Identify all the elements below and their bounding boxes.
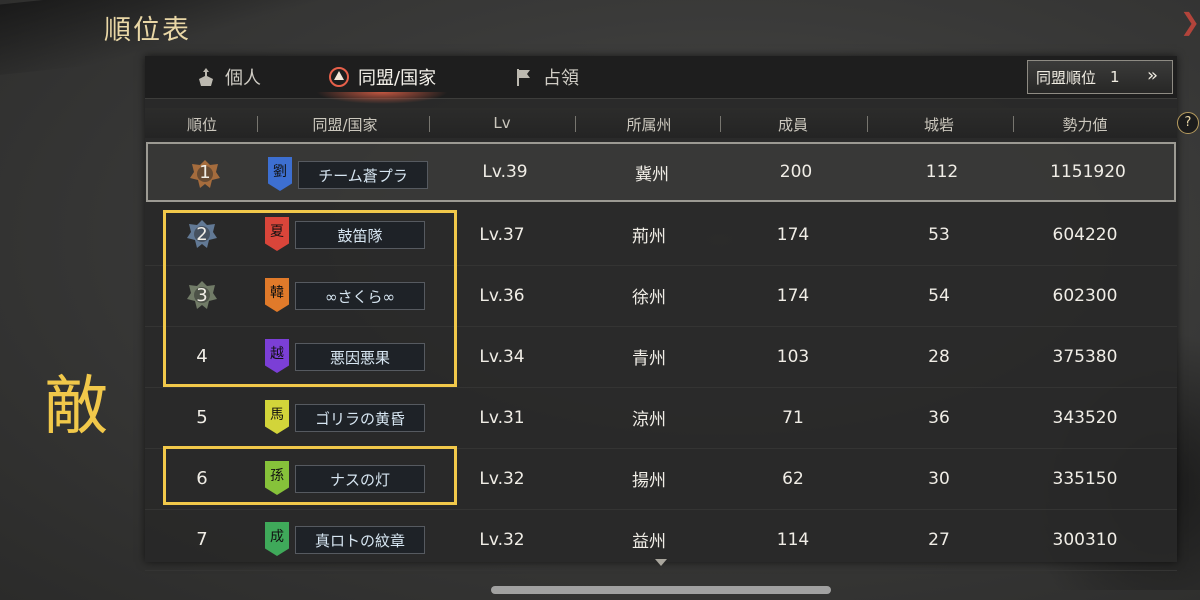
- alliance-name[interactable]: ゴリラの黄昏: [295, 404, 425, 432]
- alliance-castles: 112: [925, 162, 959, 182]
- alliance-power: 602300: [1052, 285, 1118, 306]
- header-divider: [257, 116, 258, 132]
- alliance-members: 114: [776, 529, 810, 550]
- alliance-province: 荊州: [632, 227, 666, 247]
- alliance-members: 103: [776, 346, 810, 367]
- alliance-castles: 30: [928, 468, 950, 489]
- tab-individual[interactable]: 個人: [195, 56, 261, 98]
- tab-label: 占領: [543, 68, 579, 89]
- tab-label: 同盟/国家: [358, 68, 437, 89]
- tab-occupation[interactable]: 占領: [513, 56, 579, 98]
- header-power: 勢力値: [1062, 116, 1108, 134]
- alliance-rank-label: 同盟順位: [1036, 68, 1097, 87]
- alliance-level: Lv.31: [479, 407, 525, 428]
- tab-bar: 個人 同盟/国家 占領 同盟順位 1 »: [145, 56, 1177, 104]
- rank-number: 4: [196, 346, 208, 367]
- flag-icon: [513, 66, 535, 88]
- alliance-province: 冀州: [635, 164, 669, 185]
- rank-number: 7: [196, 529, 208, 550]
- alliance-level: Lv.39: [482, 162, 528, 182]
- alliance-name[interactable]: チーム蒼プラ: [298, 161, 428, 189]
- alliance-emblem-icon: 劉: [268, 157, 292, 191]
- alliance-level: Lv.34: [479, 346, 525, 367]
- alliance-province: 涼州: [632, 410, 666, 430]
- rank-number: 1: [199, 161, 211, 183]
- table-header: 順位 同盟/国家 Lv 所属州 成員 城砦 勢力値: [145, 108, 1177, 138]
- help-icon[interactable]: ?: [1177, 112, 1199, 134]
- alliance-rank-button[interactable]: 同盟順位 1 »: [1027, 60, 1173, 94]
- alliance-power: 375380: [1052, 346, 1118, 367]
- rank-number: 5: [196, 407, 208, 428]
- alliance-members: 62: [782, 468, 804, 489]
- alliance-level: Lv.37: [479, 224, 525, 245]
- alliance-castles: 36: [928, 407, 950, 428]
- alliance-power: 1151920: [1050, 162, 1126, 182]
- alliance-power: 604220: [1052, 224, 1118, 245]
- header-province: 所属州: [626, 116, 672, 134]
- alliance-province: 益州: [632, 532, 666, 552]
- alliance-castles: 28: [928, 346, 950, 367]
- header-rank: 順位: [186, 116, 217, 134]
- table-row[interactable]: 5 馬 ゴリラの黄昏 Lv.31 涼州 71 36 343520: [145, 387, 1177, 449]
- table-row[interactable]: 1 劉 チーム蒼プラ Lv.39 冀州 200 112 1151920: [146, 142, 1176, 202]
- header-divider: [867, 116, 868, 132]
- person-banner-icon: [195, 66, 217, 88]
- header-divider: [1013, 116, 1014, 132]
- alliance-emblem-icon: 成: [265, 522, 289, 556]
- alliance-rank-value: 1: [1110, 68, 1120, 86]
- alliance-members: 174: [776, 285, 810, 306]
- alliance-castles: 53: [928, 224, 950, 245]
- alliance-level: Lv.32: [479, 529, 525, 550]
- header-divider: [720, 116, 721, 132]
- alliance-members: 174: [776, 224, 810, 245]
- tab-alliance[interactable]: 同盟/国家: [315, 56, 449, 104]
- rank-number: 6: [196, 468, 208, 489]
- alliance-crest-icon: [328, 66, 350, 88]
- home-indicator[interactable]: [491, 586, 831, 594]
- page-title: 順位表: [104, 15, 191, 46]
- alliance-members: 71: [782, 407, 804, 428]
- alliance-castles: 27: [928, 529, 950, 550]
- header-castles: 城砦: [923, 116, 954, 134]
- header-members: 成員: [777, 116, 808, 134]
- close-arrow-icon[interactable]: ❯: [1180, 8, 1200, 38]
- alliance-power: 335150: [1052, 468, 1118, 489]
- scroll-down-icon: [655, 559, 667, 566]
- alliance-emblem-icon: 馬: [265, 400, 289, 434]
- alliance-name[interactable]: 真ロトの紋章: [295, 526, 425, 554]
- alliance-power: 300310: [1052, 529, 1118, 550]
- alliance-power: 343520: [1052, 407, 1118, 428]
- double-chevron-icon: »: [1146, 65, 1158, 86]
- header-alliance: 同盟/国家: [312, 116, 378, 134]
- alliance-castles: 54: [928, 285, 950, 306]
- rank-number: 2: [196, 224, 208, 245]
- enemy-annotation: 敵: [44, 370, 108, 444]
- rank-number: 3: [196, 285, 208, 306]
- alliance-province: 青州: [632, 349, 666, 369]
- alliance-province: 揚州: [632, 471, 666, 491]
- alliance-province: 徐州: [632, 288, 666, 308]
- tab-label: 個人: [225, 68, 261, 89]
- alliance-members: 200: [779, 162, 813, 182]
- alliance-level: Lv.32: [479, 468, 525, 489]
- header-divider: [575, 116, 576, 132]
- alliance-level: Lv.36: [479, 285, 525, 306]
- header-lv: Lv: [493, 114, 511, 132]
- header-divider: [429, 116, 430, 132]
